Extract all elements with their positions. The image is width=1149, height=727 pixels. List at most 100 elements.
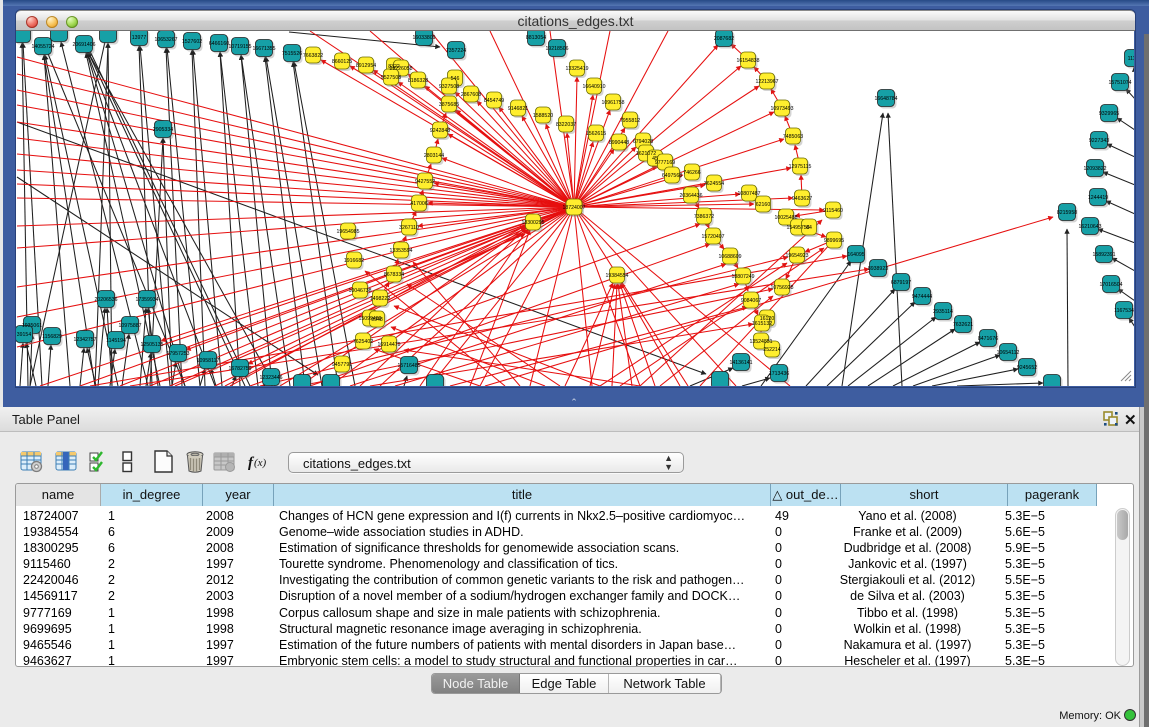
svg-text:1498222: 1498222	[370, 296, 390, 302]
svg-text:39154: 39154	[17, 332, 32, 338]
svg-text:9899695: 9899695	[824, 238, 844, 244]
svg-text:10025488: 10025488	[774, 215, 797, 221]
svg-text:1935061: 1935061	[22, 323, 42, 329]
svg-text:16782759: 16782759	[228, 366, 251, 372]
svg-text:10975887: 10975887	[118, 323, 141, 329]
svg-text:19654985: 19654985	[336, 229, 359, 235]
svg-text:12975115: 12975115	[789, 164, 812, 170]
svg-text:1145194: 1145194	[106, 338, 126, 344]
svg-text:8678334: 8678334	[384, 272, 404, 278]
svg-text:8322037: 8322037	[556, 122, 576, 128]
svg-text:15716485: 15716485	[397, 363, 420, 369]
svg-text:1112: 1112	[1128, 56, 1134, 62]
svg-text:9777169: 9777169	[655, 160, 675, 166]
svg-text:19218506: 19218506	[545, 46, 568, 52]
svg-text:546: 546	[451, 76, 460, 82]
svg-text:13325419: 13325419	[565, 66, 588, 72]
svg-text:17016504: 17016504	[1099, 282, 1122, 288]
svg-text:8912954: 8912954	[356, 63, 376, 69]
svg-text:13353594: 13353594	[389, 248, 412, 254]
svg-text:10046738: 10046738	[348, 288, 371, 294]
svg-text:64: 64	[806, 225, 812, 231]
svg-text:10961758: 10961758	[601, 100, 624, 106]
svg-text:20691406: 20691406	[72, 42, 95, 48]
svg-text:14055724: 14055724	[31, 44, 54, 50]
svg-text:252214: 252214	[763, 347, 780, 353]
svg-text:7357224: 7357224	[446, 48, 466, 54]
svg-text:7485063: 7485063	[783, 134, 803, 140]
svg-text:16640910: 16640910	[582, 84, 605, 90]
svg-text:(x): (x)	[254, 457, 267, 469]
svg-text:16154838: 16154838	[736, 58, 759, 64]
svg-text:2803144: 2803144	[424, 153, 444, 159]
svg-text:15720407: 15720407	[701, 234, 724, 240]
svg-text:16648784: 16648784	[874, 96, 897, 102]
svg-text:3624554: 3624554	[704, 181, 724, 187]
svg-text:10973493: 10973493	[770, 106, 793, 112]
svg-text:746266: 746266	[683, 170, 700, 176]
svg-text:6466160: 6466160	[209, 41, 229, 47]
svg-text:10756928: 10756928	[770, 285, 793, 291]
svg-text:12342757: 12342757	[73, 337, 96, 343]
svg-text:1527602: 1527602	[182, 39, 202, 45]
svg-text:12213967: 12213967	[755, 79, 778, 85]
svg-text:9084067: 9084067	[741, 298, 761, 304]
svg-text:2935114: 2935114	[933, 309, 953, 315]
svg-text:164095: 164095	[847, 252, 864, 258]
svg-text:9527508: 9527508	[381, 75, 401, 81]
svg-text:10653267: 10653267	[154, 37, 177, 43]
svg-text:18300295: 18300295	[521, 220, 544, 226]
svg-text:9115460: 9115460	[823, 208, 843, 214]
svg-text:8454749: 8454749	[484, 98, 504, 104]
svg-text:19384554: 19384554	[605, 273, 628, 279]
svg-text:7386372: 7386372	[694, 214, 714, 220]
svg-text:13977: 13977	[132, 35, 147, 41]
svg-text:1615132: 1615132	[752, 321, 772, 327]
svg-text:16210643: 16210643	[1078, 224, 1101, 230]
svg-text:9457791: 9457791	[332, 362, 352, 368]
svg-text:1588520: 1588520	[533, 113, 553, 119]
svg-text:20206536: 20206536	[94, 297, 117, 303]
svg-text:1244419: 1244419	[1088, 195, 1108, 201]
svg-text:1916682: 1916682	[344, 258, 364, 264]
svg-text:8660125: 8660125	[332, 59, 352, 65]
svg-text:7632621: 7632621	[953, 322, 973, 328]
svg-text:12323446: 12323446	[259, 375, 282, 381]
svg-text:8938923: 8938923	[868, 266, 888, 272]
svg-text:9327508: 9327508	[439, 84, 459, 90]
svg-text:9146821: 9146821	[508, 106, 528, 112]
svg-text:9242848: 9242848	[430, 128, 450, 134]
svg-text:10688609: 10688609	[718, 254, 741, 260]
svg-text:2087682: 2087682	[714, 36, 734, 42]
svg-text:7955812: 7955812	[620, 118, 640, 124]
svg-text:8813054: 8813054	[526, 35, 546, 41]
svg-text:23226058: 23226058	[389, 66, 412, 72]
svg-text:15751074: 15751074	[1108, 80, 1131, 86]
svg-text:18724007: 18724007	[562, 205, 585, 211]
svg-text:9463627: 9463627	[792, 196, 812, 202]
svg-text:12093822: 12093822	[1083, 166, 1106, 172]
svg-text:3267110: 3267110	[399, 225, 419, 231]
svg-text:7625402: 7625402	[353, 339, 373, 345]
svg-text:8471676: 8471676	[978, 336, 998, 342]
svg-text:17359934: 17359934	[135, 297, 158, 303]
svg-text:20364436: 20364436	[679, 193, 702, 199]
svg-text:9329965: 9329965	[1099, 111, 1119, 117]
svg-text:62160: 62160	[756, 202, 771, 208]
svg-text:13524851: 13524851	[749, 339, 772, 345]
svg-text:3875685: 3875685	[439, 102, 459, 108]
svg-text:2867608: 2867608	[461, 92, 481, 98]
svg-text:10958117: 10958117	[197, 358, 220, 364]
svg-text:1156829: 1156829	[42, 334, 62, 340]
svg-text:1713436: 1713436	[769, 371, 789, 377]
svg-text:8990448: 8990448	[609, 140, 629, 146]
svg-text:17957253: 17957253	[166, 351, 189, 357]
svg-text:2905334: 2905334	[153, 127, 173, 133]
svg-text:6794028: 6794028	[633, 139, 653, 145]
svg-text:19654923: 19654923	[785, 253, 808, 259]
svg-text:6879197: 6879197	[891, 280, 911, 286]
svg-text:9427552: 9427552	[415, 179, 435, 185]
svg-text:14136141: 14136141	[729, 360, 752, 366]
svg-text:1562615: 1562615	[586, 131, 606, 137]
svg-text:16671355: 16671355	[252, 46, 275, 52]
